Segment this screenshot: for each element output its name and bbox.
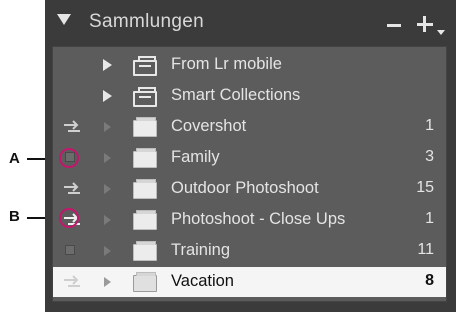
panel-header[interactable]: Sammlungen (45, 0, 456, 46)
collection-name: Family (171, 148, 220, 166)
callout-b-label: B (9, 208, 20, 225)
list-item[interactable]: Outdoor Photoshoot 15 (53, 174, 446, 204)
sync-checkbox-icon[interactable] (65, 245, 75, 255)
expand-triangle-icon[interactable] (103, 59, 112, 71)
collection-set-icon (133, 56, 157, 76)
callout-a-label: A (9, 150, 20, 167)
list-item[interactable]: Family 3 (53, 143, 446, 173)
photo-count: 1 (425, 210, 434, 227)
photo-count: 3 (425, 148, 434, 165)
expand-triangle-icon (104, 184, 111, 194)
collapse-triangle-icon[interactable] (57, 14, 71, 25)
dropdown-caret-icon[interactable] (437, 30, 445, 35)
collection-name: Training (171, 241, 230, 259)
photo-count: 15 (416, 179, 434, 196)
minus-icon[interactable] (387, 24, 401, 27)
list-item[interactable]: Covershot 1 (53, 112, 446, 142)
list-item[interactable]: Smart Collections (53, 81, 446, 111)
expand-triangle-icon (104, 122, 111, 132)
collection-name: Smart Collections (171, 86, 301, 104)
photo-count: 11 (417, 241, 434, 258)
collection-icon (133, 241, 157, 261)
collection-icon (133, 210, 157, 230)
list-item[interactable]: From Lr mobile (53, 50, 446, 80)
collections-panel: Sammlungen From Lr mobile Smart Collecti… (45, 0, 456, 312)
list-item[interactable]: Training 11 (53, 236, 446, 266)
photo-count: 1 (425, 117, 434, 134)
collections-list: From Lr mobile Smart Collections Coversh… (52, 46, 447, 302)
collection-name: Outdoor Photoshoot (171, 179, 319, 197)
expand-triangle-icon (104, 277, 111, 287)
sync-arrows-icon[interactable] (63, 120, 81, 134)
collection-name: Photoshoot - Close Ups (171, 210, 346, 228)
sync-arrows-icon[interactable] (63, 275, 81, 289)
list-item[interactable]: Photoshoot - Close Ups 1 (53, 205, 446, 235)
collection-icon (133, 117, 157, 137)
collection-icon (133, 272, 157, 292)
collection-icon (133, 148, 157, 168)
sync-arrows-icon[interactable] (63, 182, 81, 196)
photo-count: 8 (425, 272, 434, 289)
expand-triangle-icon (104, 246, 111, 256)
collection-name: Vacation (171, 272, 234, 290)
expand-triangle-icon (104, 153, 111, 163)
collection-set-icon (133, 87, 157, 107)
list-item-selected[interactable]: Vacation 8 (53, 267, 446, 297)
expand-triangle-icon (104, 215, 111, 225)
callout-a-ring (59, 148, 79, 168)
collection-name: Covershot (171, 117, 247, 135)
callout-b-ring (59, 208, 79, 228)
plus-dropdown-icon[interactable] (417, 15, 435, 33)
collection-icon (133, 179, 157, 199)
expand-triangle-icon[interactable] (103, 90, 112, 102)
panel-title: Sammlungen (89, 11, 204, 32)
collection-name: From Lr mobile (171, 55, 282, 73)
